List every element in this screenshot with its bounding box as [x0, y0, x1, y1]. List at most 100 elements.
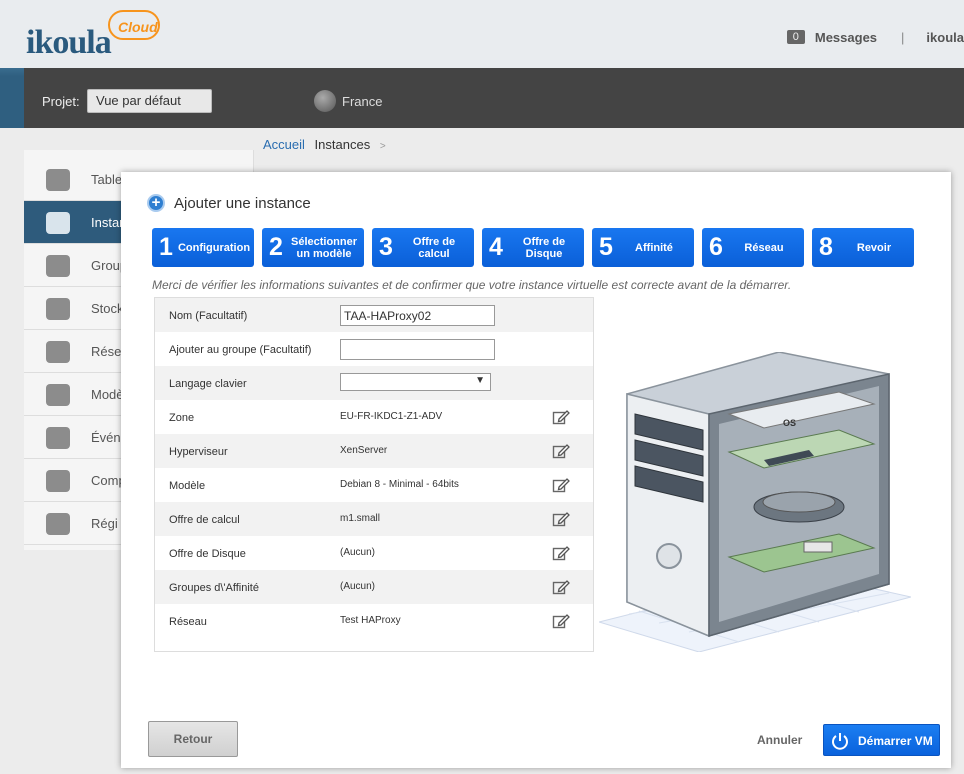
breadcrumb: Accueil Instances > — [263, 137, 386, 152]
step-label: Configuration — [177, 241, 251, 254]
step-number: 5 — [599, 233, 613, 261]
row-label: Hyperviseur — [169, 446, 228, 458]
os-label: OS — [783, 418, 796, 428]
dashboard-icon — [46, 169, 70, 191]
project-select[interactable]: Vue par défaut — [87, 89, 212, 113]
step-label: Sélectionner un modèle — [290, 235, 358, 260]
sidebar-item-label: Régi — [91, 516, 118, 531]
row-label: Offre de Disque — [169, 548, 246, 560]
instance-name-input[interactable] — [340, 305, 495, 326]
group-icon — [46, 255, 70, 277]
dialog-title: + Ajouter une instance — [147, 194, 311, 212]
calendar-icon — [46, 427, 70, 449]
power-icon — [832, 733, 848, 750]
step-network[interactable]: 6 Réseau — [702, 228, 804, 267]
sidebar-item-label: Stock — [91, 301, 124, 316]
step-label: Offre de calcul — [412, 235, 456, 260]
row-label: Langage clavier — [169, 378, 247, 390]
step-disk-offering[interactable]: 4 Offre de Disque — [482, 228, 584, 267]
row-compute-offering: Offre de calcul m1.small — [155, 502, 593, 536]
row-value: Test HAProxy — [340, 615, 401, 626]
add-instance-dialog: + Ajouter une instance 1 Configuration 2… — [121, 172, 951, 768]
storage-icon — [46, 298, 70, 320]
messages-count-badge[interactable]: 0 — [786, 30, 805, 44]
step-compute-offering[interactable]: 3 Offre de calcul — [372, 228, 474, 267]
step-label: Revoir — [856, 241, 892, 254]
user-menu[interactable]: ikoula — [926, 30, 964, 45]
step-affinity[interactable]: 5 Affinité — [592, 228, 694, 267]
group-input[interactable] — [340, 339, 495, 360]
row-value: m1.small — [340, 513, 381, 524]
step-label: Réseau — [744, 241, 784, 254]
step-number: 6 — [709, 233, 723, 261]
breadcrumb-home[interactable]: Accueil — [263, 137, 305, 152]
step-configuration[interactable]: 1 Configuration — [152, 228, 254, 267]
row-value: Debian 8 - Minimal - 64bits — [340, 479, 459, 490]
row-label: Nom (Facultatif) — [169, 310, 248, 322]
step-number: 2 — [269, 233, 283, 261]
row-value: (Aucun) — [340, 581, 376, 592]
dropdown-arrow-icon: ▼ — [475, 375, 485, 386]
header-separator: | — [901, 29, 905, 45]
start-vm-label: Démarrer VM — [858, 734, 933, 748]
row-network: Réseau Test HAProxy — [155, 604, 593, 638]
row-label: Ajouter au groupe (Facultatif) — [169, 344, 312, 356]
edit-icon[interactable] — [552, 511, 570, 527]
edit-icon[interactable] — [552, 613, 570, 629]
sidebar-item-label: Table — [91, 172, 123, 187]
edit-icon[interactable] — [552, 545, 570, 561]
globe-icon — [46, 513, 70, 535]
step-number: 8 — [819, 233, 833, 261]
sidebar-item-label: Évén — [91, 430, 121, 445]
breadcrumb-current: Instances — [314, 137, 371, 152]
top-header: Cloud ikoula 0 Messages | ikoula — [0, 0, 964, 68]
row-disk-offering: Offre de Disque (Aucun) — [155, 536, 593, 570]
project-bar-inner: Projet: Vue par défaut France — [24, 68, 964, 128]
step-select-template[interactable]: 2 Sélectionner un modèle — [262, 228, 364, 267]
back-button[interactable]: Retour — [148, 721, 238, 757]
wizard-steps: 1 Configuration 2 Sélectionner un modèle… — [152, 228, 922, 267]
logo-text: ikoula — [26, 24, 112, 61]
edit-icon[interactable] — [552, 409, 570, 425]
template-icon — [46, 384, 70, 406]
project-bar: Projet: Vue par défaut France — [0, 68, 964, 128]
step-review[interactable]: 8 Revoir — [812, 228, 914, 267]
server-case — [626, 352, 890, 638]
ikoula-logo[interactable]: Cloud ikoula — [22, 10, 162, 61]
edit-icon[interactable] — [552, 443, 570, 459]
row-zone: Zone EU-FR-IKDC1-Z1-ADV — [155, 400, 593, 434]
row-template: Modèle Debian 8 - Minimal - 64bits — [155, 468, 593, 502]
sidebar-item-label: Modè — [91, 387, 124, 402]
row-label: Zone — [169, 412, 195, 424]
row-affinity-groups: Groupes d\'Affinité (Aucun) — [155, 570, 593, 604]
step-label: Affinité — [635, 241, 673, 254]
row-keyboard: Langage clavier ▼ — [155, 366, 593, 400]
row-value: EU-FR-IKDC1-Z1-ADV — [340, 411, 443, 422]
review-instructions: Merci de vérifier les informations suiva… — [152, 278, 792, 292]
breadcrumb-separator: > — [379, 141, 386, 152]
region-selector[interactable]: France — [342, 94, 382, 109]
keyboard-select[interactable]: ▼ — [340, 373, 491, 391]
dialog-title-text: Ajouter une instance — [174, 194, 311, 212]
globe-icon — [314, 90, 336, 112]
messages-link[interactable]: Messages — [815, 30, 877, 45]
review-summary: Nom (Facultatif) Ajouter au groupe (Facu… — [154, 297, 594, 652]
project-label: Projet: — [42, 94, 80, 109]
row-value: XenServer — [340, 445, 388, 456]
row-hypervisor: Hyperviseur XenServer — [155, 434, 593, 468]
user-icon — [46, 470, 70, 492]
plus-circle-icon: + — [147, 194, 165, 212]
row-value: (Aucun) — [340, 547, 376, 558]
cancel-button[interactable]: Annuler — [757, 733, 802, 747]
row-label: Groupes d\'Affinité — [169, 582, 259, 594]
start-vm-button[interactable]: Démarrer VM — [823, 724, 940, 756]
row-label: Modèle — [169, 480, 206, 492]
row-label: Réseau — [169, 616, 207, 628]
sidebar-item-label: Rése — [91, 344, 122, 359]
edit-icon[interactable] — [552, 477, 570, 493]
cloud-icon — [46, 212, 70, 234]
edit-icon[interactable] — [552, 579, 570, 595]
step-number: 4 — [489, 233, 503, 261]
step-number: 3 — [379, 233, 393, 261]
server-illustration: OS — [599, 352, 911, 652]
